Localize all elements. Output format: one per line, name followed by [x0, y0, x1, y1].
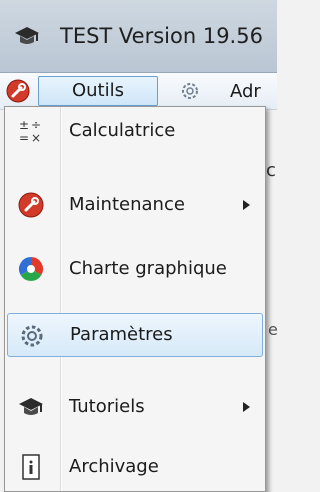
- menu-item-label: Tutoriels: [69, 396, 145, 417]
- color-palette-icon: [18, 257, 44, 282]
- menu-item-archivage[interactable]: Archivage: [7, 445, 261, 489]
- menu-icon-gutter: [60, 107, 62, 491]
- menu-outils[interactable]: Outils: [38, 76, 158, 106]
- svg-text:×: ×: [31, 131, 41, 144]
- svg-text:=: =: [19, 131, 29, 144]
- svg-text:±: ±: [19, 118, 29, 132]
- background-text-fragment: e: [268, 320, 278, 339]
- background-text-fragment: c: [266, 160, 276, 181]
- menu-item-parametres[interactable]: Paramètres: [7, 313, 263, 357]
- graduation-cap-icon: [15, 27, 39, 44]
- menu-admin[interactable]: Adr: [230, 81, 261, 102]
- menu-item-calculatrice[interactable]: ± ÷ = × Calculatrice: [7, 109, 261, 153]
- calculator-icon: ± ÷ = ×: [19, 118, 41, 144]
- archive-icon: [22, 454, 40, 480]
- submenu-arrow-icon: [243, 402, 250, 412]
- window-title: TEST Version 19.56: [60, 24, 263, 48]
- menu-item-charte-graphique[interactable]: Charte graphique: [7, 247, 261, 291]
- svg-text:÷: ÷: [31, 118, 41, 132]
- menu-item-label: Calculatrice: [69, 120, 176, 141]
- menu-item-label: Archivage: [69, 456, 159, 477]
- gear-icon: [21, 325, 43, 347]
- menu-item-maintenance[interactable]: Maintenance: [7, 183, 261, 227]
- submenu-arrow-icon: [243, 200, 250, 210]
- menu-outils-label: Outils: [71, 80, 124, 101]
- menu-item-tutoriels[interactable]: Tutoriels: [7, 385, 261, 429]
- gear-icon[interactable]: [178, 79, 202, 103]
- menu-item-label: Paramètres: [70, 324, 173, 345]
- wrench-icon: [18, 192, 44, 218]
- menu-item-label: Maintenance: [69, 194, 185, 215]
- wrench-icon: [6, 79, 30, 103]
- title-bar: TEST Version 19.56: [0, 0, 277, 73]
- outils-dropdown-menu: ± ÷ = × Calculatrice Maintenance Charte …: [4, 106, 266, 492]
- menu-item-label: Charte graphique: [69, 258, 227, 279]
- menu-bar: Outils Adr: [0, 73, 277, 110]
- graduation-cap-icon: [19, 398, 43, 415]
